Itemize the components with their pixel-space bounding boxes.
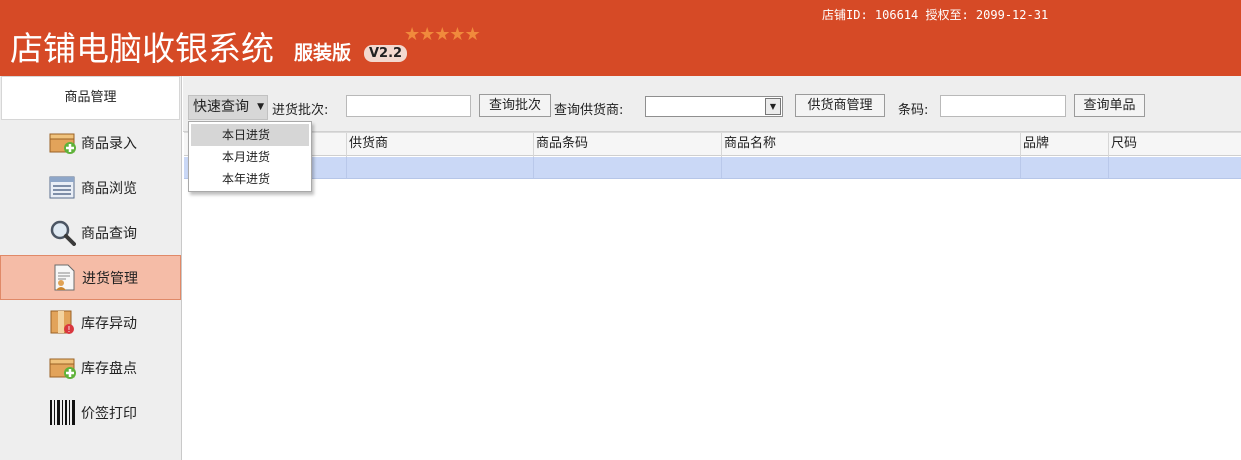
sidebar-item-product-search[interactable]: 商品查询: [0, 210, 181, 255]
app-header: 店铺电脑收银系统 服装版 V2.2 ★★★★★ 店铺ID: 106614 授权至…: [0, 0, 1241, 76]
barcode-icon: [49, 399, 76, 426]
purchase-grid: 供货商 商品条码 商品名称 品牌 尺码: [184, 132, 1241, 460]
supplier-manage-button[interactable]: 供货商管理: [795, 94, 885, 117]
sidebar-item-stock-change[interactable]: ! 库存异动: [0, 300, 181, 345]
quick-query-menu: 本日进货 本月进货 本年进货: [188, 121, 312, 192]
sidebar-item-label: 库存异动: [81, 315, 137, 332]
sidebar-item-label: 价签打印: [81, 405, 137, 422]
column-header[interactable]: 供货商: [346, 133, 533, 157]
store-info: 店铺ID: 106614 授权至: 2099-12-31: [822, 8, 1049, 22]
sidebar-item-label: 库存盘点: [81, 360, 137, 377]
supplier-label: 查询供货商:: [554, 103, 624, 118]
column-header[interactable]: 商品名称: [721, 133, 1020, 157]
sidebar-heading[interactable]: 商品管理: [1, 76, 180, 120]
magnifier-icon: [49, 219, 76, 246]
sidebar-item-product-browse[interactable]: 商品浏览: [0, 165, 181, 210]
version-badge: V2.2: [364, 45, 408, 62]
supplier-select[interactable]: ▼: [645, 96, 783, 117]
rating-stars-icon: ★★★★★: [404, 24, 481, 45]
sidebar-item-label: 商品查询: [81, 225, 137, 242]
batch-label: 进货批次:: [272, 103, 329, 118]
sidebar-item-purchase-management[interactable]: 进货管理: [0, 255, 181, 300]
query-single-button[interactable]: 查询单品: [1074, 94, 1145, 117]
sidebar-item-label: 进货管理: [82, 270, 138, 287]
sidebar-item-label: 商品浏览: [81, 180, 137, 197]
table-row[interactable]: [184, 157, 1241, 179]
app-title: 店铺电脑收银系统: [10, 29, 274, 68]
column-header[interactable]: 品牌: [1020, 133, 1108, 157]
sidebar-item-stock-count[interactable]: 库存盘点: [0, 345, 181, 390]
dropdown-arrow-icon[interactable]: ▼: [765, 98, 781, 115]
menu-item-year[interactable]: 本年进货: [191, 168, 309, 190]
grid-header: 供货商 商品条码 商品名称 品牌 尺码: [184, 132, 1241, 157]
box-add-icon: [49, 354, 76, 381]
sidebar-item-label: 商品录入: [81, 135, 137, 152]
box-alert-icon: !: [49, 309, 76, 336]
barcode-input[interactable]: [940, 95, 1066, 117]
sidebar-item-product-entry[interactable]: 商品录入: [0, 120, 181, 165]
menu-item-month[interactable]: 本月进货: [191, 146, 309, 168]
sidebar-item-label-print[interactable]: 价签打印: [0, 390, 181, 435]
query-toolbar: 快速查询 ▼ 进货批次: 查询批次 查询供货商: ▼ 供货商管理 条码: 查询单…: [183, 76, 1241, 132]
batch-input[interactable]: [346, 95, 471, 117]
barcode-label: 条码:: [898, 103, 929, 118]
menu-item-today[interactable]: 本日进货: [191, 124, 309, 146]
quick-query-button[interactable]: 快速查询 ▼: [188, 95, 268, 120]
column-header[interactable]: 尺码: [1108, 133, 1241, 157]
chevron-down-icon: ▼: [257, 102, 264, 112]
document-user-icon: [50, 264, 77, 291]
box-add-icon: [49, 129, 76, 156]
column-header[interactable]: 商品条码: [533, 133, 721, 157]
query-batch-button[interactable]: 查询批次: [479, 94, 551, 117]
quick-query-label: 快速查询: [193, 99, 249, 115]
list-icon: [49, 174, 76, 201]
svg-text:!: !: [67, 325, 70, 334]
sidebar: 商品管理 商品录入 商品浏览 商品查询 进货管理 ! 库存异动 库存盘点 价签打…: [0, 76, 182, 460]
edition-label: 服装版: [294, 42, 352, 64]
